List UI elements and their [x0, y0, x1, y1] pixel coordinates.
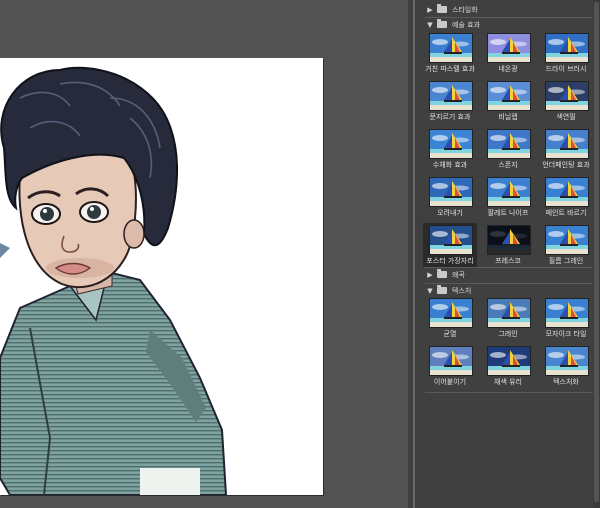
filter-preview-thumbnail: [545, 298, 589, 328]
filter-preview-thumbnail: [545, 346, 589, 376]
filter-label: 프레스코: [495, 257, 521, 265]
filter-thumbnail-item[interactable]: 텍스처화: [539, 344, 593, 388]
filter-label: 그레인: [498, 330, 518, 338]
filter-label: 언더페인팅 효과: [542, 161, 590, 169]
filter-thumbnail-item[interactable]: 문지르기 효과: [423, 79, 477, 123]
filter-preview-thumbnail: [487, 177, 531, 207]
filter-thumbnail-item[interactable]: 페인트 바르기: [539, 175, 593, 219]
filter-label: 균열: [443, 330, 457, 338]
filter-label: 포스터 가장자리: [426, 257, 474, 265]
filter-thumbnail-item[interactable]: 네온광: [481, 31, 535, 75]
filter-preview-thumbnail: [429, 129, 473, 159]
filter-preview-thumbnail: [487, 129, 531, 159]
filter-label: 문지르기 효과: [429, 113, 471, 121]
filter-label: 스폰지: [498, 161, 518, 169]
filter-preview-thumbnail: [487, 81, 531, 111]
filter-thumbnail-item[interactable]: 채색 유리: [481, 344, 535, 388]
filter-preview-thumbnail: [487, 346, 531, 376]
filter-thumbnail-item[interactable]: 비닐랩: [481, 79, 535, 123]
filter-preview-thumbnail: [487, 298, 531, 328]
chevron-right-icon: ▶: [427, 270, 433, 279]
filter-preview-thumbnail: [429, 177, 473, 207]
chevron-down-icon: ▼: [427, 286, 433, 295]
filter-label: 필름 그레인: [548, 257, 584, 265]
filter-thumbnail-item[interactable]: 언더페인팅 효과: [539, 127, 593, 171]
scrollbar-thumb[interactable]: [594, 2, 599, 502]
group-artistic[interactable]: ▼ 예술 효과: [421, 18, 600, 31]
filter-thumbnail-item[interactable]: 그레인: [481, 296, 535, 340]
filter-preview-thumbnail: [487, 225, 531, 255]
filter-preview-thumbnail: [429, 225, 473, 255]
boy-portrait-image: [0, 66, 228, 495]
filter-thumbnail-item[interactable]: 균열: [423, 296, 477, 340]
panel-scrollbar[interactable]: [593, 0, 600, 508]
filter-label: 색연필: [556, 113, 576, 121]
filter-thumbnail-item[interactable]: 수채화 효과: [423, 127, 477, 171]
preview-image[interactable]: [0, 58, 323, 495]
filter-thumbnail-item[interactable]: 이어붙이기: [423, 344, 477, 388]
filter-label: 수채화 효과: [432, 161, 468, 169]
filter-preview-thumbnail: [545, 129, 589, 159]
filter-thumbnail-item[interactable]: 오려내기: [423, 175, 477, 219]
filter-preview-thumbnail: [429, 33, 473, 63]
group-label: 텍스처: [452, 286, 472, 295]
filter-preview-thumbnail: [545, 81, 589, 111]
group-stylize[interactable]: ▶ 스타일화: [421, 3, 600, 16]
filter-gallery-panel: ▶ 스타일화 ▼ 예술 효과 거친 파스텔 효과 네온광 드라이 브러시문지르기 효…: [421, 0, 600, 508]
canvas-area: [0, 0, 408, 508]
filter-label: 네온광: [498, 65, 518, 73]
artistic-filter-grid: 거친 파스텔 효과 네온광 드라이 브러시문지르기 효과 비닐랩 색연필수채화 효과 스폰…: [423, 31, 598, 267]
filter-thumbnail-item[interactable]: 포스터 가장자리: [423, 223, 477, 267]
folder-open-icon: [437, 285, 447, 294]
filter-thumbnail-item[interactable]: 프레스코: [481, 223, 535, 267]
filter-preview-thumbnail: [545, 177, 589, 207]
chevron-right-icon: ▶: [427, 5, 433, 14]
filter-label: 채색 유리: [494, 378, 522, 386]
filter-label: 거친 파스텔 효과: [425, 65, 475, 73]
filter-preview-thumbnail: [487, 33, 531, 63]
folder-icon: [437, 4, 447, 13]
filter-thumbnail-item[interactable]: 거친 파스텔 효과: [423, 31, 477, 75]
filter-thumbnail-item[interactable]: 스폰지: [481, 127, 535, 171]
group-label: 예술 효과: [452, 20, 480, 29]
filter-label: 오려내기: [437, 209, 463, 217]
filter-label: 이어붙이기: [433, 378, 467, 386]
filter-preview-thumbnail: [429, 298, 473, 328]
filter-thumbnail-item[interactable]: 필름 그레인: [539, 223, 593, 267]
filter-label: 팔레트 나이프: [487, 209, 529, 217]
filter-thumbnail-item[interactable]: 모자이크 타일: [539, 296, 593, 340]
filter-preview-thumbnail: [545, 33, 589, 63]
folder-icon: [437, 269, 447, 278]
filter-preview-thumbnail: [429, 81, 473, 111]
group-distort[interactable]: ▶ 왜곡: [421, 268, 600, 281]
group-label: 왜곡: [452, 270, 465, 279]
texture-filter-grid: 균열 그레인 모자이크 타일이어붙이기 채색 유리 텍스처화: [423, 296, 598, 392]
filter-thumbnail-item[interactable]: 팔레트 나이프: [481, 175, 535, 219]
folder-open-icon: [437, 19, 447, 28]
filter-label: 모자이크 타일: [545, 330, 587, 338]
filter-label: 페인트 바르기: [545, 209, 587, 217]
filter-preview-thumbnail: [545, 225, 589, 255]
filter-label: 비닐랩: [498, 113, 518, 121]
filter-preview-thumbnail: [429, 346, 473, 376]
chevron-down-icon: ▼: [427, 20, 433, 29]
filter-thumbnail-item[interactable]: 드라이 브러시: [539, 31, 593, 75]
filter-label: 텍스처화: [553, 378, 579, 386]
filter-thumbnail-item[interactable]: 색연필: [539, 79, 593, 123]
filter-label: 드라이 브러시: [545, 65, 587, 73]
panel-divider[interactable]: [408, 0, 421, 508]
group-label: 스타일화: [452, 5, 478, 14]
